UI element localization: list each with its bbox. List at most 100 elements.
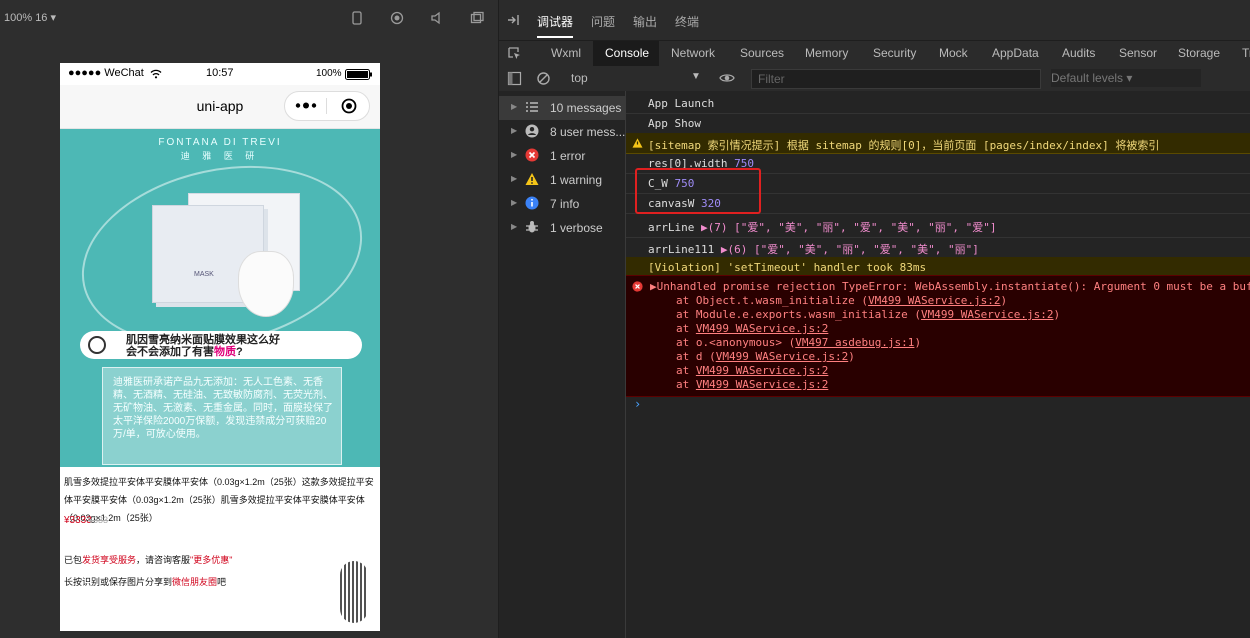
tab-debugger[interactable]: 调试器 [537,13,573,30]
stack-link[interactable]: VM499 WAService.js:2 [696,322,828,335]
log-value: ▶(7) ["爱", "美", "丽", "爱", "美", "丽", "爱"] [700,221,997,234]
close-target-icon[interactable] [341,98,357,114]
sidebar-item-verbose[interactable]: ▶ 1 verbose [499,216,625,240]
context-select[interactable]: top [571,71,588,85]
stack-link[interactable]: VM499 WAService.js:2 [716,350,848,363]
expand-icon: ▶ [511,102,518,111]
tab-security[interactable]: Security [873,46,916,60]
devtools-panel-tabs: Wxml Console Network Sources Memory Secu… [499,40,1250,68]
devtools-pane: 调试器 问题 输出 终端 Wxml Console Network Source… [499,0,1250,638]
log-text: arrLine ▶(7) ["爱", "美", "丽", "爱", "美", "… [648,219,997,235]
tab-wxml[interactable]: Wxml [551,46,581,60]
brand-name-en: FONTANA DI TREVI [158,137,282,148]
filter-placeholder: Filter [758,72,785,86]
tab-console[interactable]: Console [593,41,659,67]
record-icon[interactable] [390,11,404,25]
question-line-2-c: ? [236,346,243,358]
log-levels-select[interactable]: Default levels ▾ [1051,69,1201,87]
window-icon[interactable] [470,11,484,25]
inspect-icon[interactable] [507,46,522,61]
error-icon [525,148,539,162]
sidebar-item-messages[interactable]: ▶ 10 messages [499,96,625,120]
share-note-c: 吧 [217,577,227,587]
tab-appdata[interactable]: AppData [992,46,1039,60]
list-icon [526,102,538,112]
log-value: ▶(6) ["爱", "美", "丽", "爱", "美", "丽"] [720,243,979,256]
sidebar-toggle-icon[interactable] [507,71,522,86]
console-sidebar: ▶ 10 messages ▶ 8 user mess... ▶ 1 error… [499,91,626,638]
phone-status-bar: ●●●●● WeChat 10:57 100% [60,63,380,85]
stack-text: at [676,322,696,335]
stack-link[interactable]: VM499 WAService.js:2 [868,294,1000,307]
volume-icon[interactable] [430,11,444,25]
tab-network[interactable]: Network [671,46,715,60]
console-prompt[interactable]: › [634,397,641,411]
promise-text: 迪雅医研承诺产品九无添加：无人工色素、无香精、无酒精、无硅油、无致敏防腐剂、无荧… [113,377,333,440]
question-text: 肌因雪亮纳米面贴膜效果这么好 会不会添加了有害物质? [126,334,358,358]
tab-terminal[interactable]: 终端 [675,13,699,30]
status-time: 10:57 [206,67,234,79]
log-line[interactable]: App Launch [626,93,1250,114]
sidebar-item-label: 1 warning [550,173,603,187]
stack-link[interactable]: VM499 WAService.js:2 [696,378,828,391]
more-dots-icon[interactable] [295,101,319,110]
eye-icon[interactable] [719,72,735,84]
tab-more[interactable]: Tr [1242,46,1250,60]
context-dropdown-icon[interactable]: ▼ [691,71,701,82]
simulator-pane: 100% 16 ▾ ●●●●● WeChat 10:57 100% uni-ap… [0,0,499,638]
tab-sensor[interactable]: Sensor [1119,46,1157,60]
share-note-b: 微信朋友圈 [172,577,218,587]
active-tab-indicator [537,36,573,38]
stack-text: ) [1000,294,1008,307]
tab-sources[interactable]: Sources [740,46,784,60]
sidebar-item-label: 1 error [550,149,586,163]
stack-link[interactable]: VM497 asdebug.js:1 [795,336,914,349]
zoom-select[interactable]: 100% 16 ▾ [4,11,56,24]
log-key: arrLine [648,221,695,234]
log-line[interactable]: arrLine ▶(7) ["爱", "美", "丽", "爱", "美", "… [626,215,1250,238]
tab-output[interactable]: 输出 [633,13,657,30]
stack-link[interactable]: VM499 WAService.js:2 [696,364,828,377]
stack-text: ) [848,350,855,363]
battery-icon [345,69,372,80]
filter-input[interactable]: Filter [751,69,1041,89]
mini-program-code[interactable] [340,561,368,623]
bug-icon [526,221,538,233]
expand-icon: ▶ [511,222,518,231]
product-old-price: ¥333 [88,515,109,525]
phone-icon[interactable] [350,11,364,25]
stack-frame: at VM499 WAService.js:2 [676,364,828,377]
stack-link[interactable]: VM499 WAService.js:2 [921,308,1053,321]
tab-issues[interactable]: 问题 [591,13,615,30]
service-note-c: ，请咨询客服 [136,555,191,565]
tab-memory[interactable]: Memory [805,46,848,60]
share-note: 长按识别或保存图片分享到微信朋友圈吧 [64,575,226,588]
service-note-b: 发货享受服务 [82,555,137,565]
expand-icon: ▶ [511,174,518,183]
dock-icon[interactable] [507,13,521,27]
sidebar-item-info[interactable]: ▶ 7 info [499,192,625,216]
mask-label: MASK [194,271,214,278]
log-levels-label: Default levels ▾ [1051,71,1133,85]
tab-mock[interactable]: Mock [939,46,968,60]
stack-text: at Object.t.wasm_initialize ( [676,294,869,307]
brand-name-cn: 迪 雅 医 研 [180,151,260,161]
carrier-label: ●●●●● WeChat [68,67,144,79]
stack-frame: at o.<anonymous> (VM497 asdebug.js:1) [676,336,921,349]
log-line[interactable]: App Show [626,113,1250,134]
tab-audits[interactable]: Audits [1062,46,1095,60]
stack-text: at [676,364,696,377]
promise-panel: 迪雅医研承诺产品九无添加：无人工色素、无香精、无酒精、无硅油、无致敏防腐剂、无荧… [102,367,342,465]
stack-text: at Module.e.exports.wasm_initialize ( [676,308,922,321]
sidebar-item-user-messages[interactable]: ▶ 8 user mess... [499,120,625,144]
warning-icon [525,173,539,185]
error-block[interactable]: ▶Unhandled promise rejection TypeError: … [626,275,1250,397]
clear-console-icon[interactable] [536,71,551,86]
sidebar-item-warnings[interactable]: ▶ 1 warning [499,168,625,192]
tab-storage[interactable]: Storage [1178,46,1220,60]
service-note-a: 已包 [64,555,83,565]
sidebar-item-errors[interactable]: ▶ 1 error [499,144,625,168]
log-text: [Violation] 'setTimeout' handler took 83… [648,261,927,274]
warning-line[interactable]: [sitemap 索引情况提示] 根据 sitemap 的规则[0]，当前页面 … [626,133,1250,154]
question-banner: 肌因雪亮纳米面贴膜效果这么好 会不会添加了有害物质? [80,331,362,359]
